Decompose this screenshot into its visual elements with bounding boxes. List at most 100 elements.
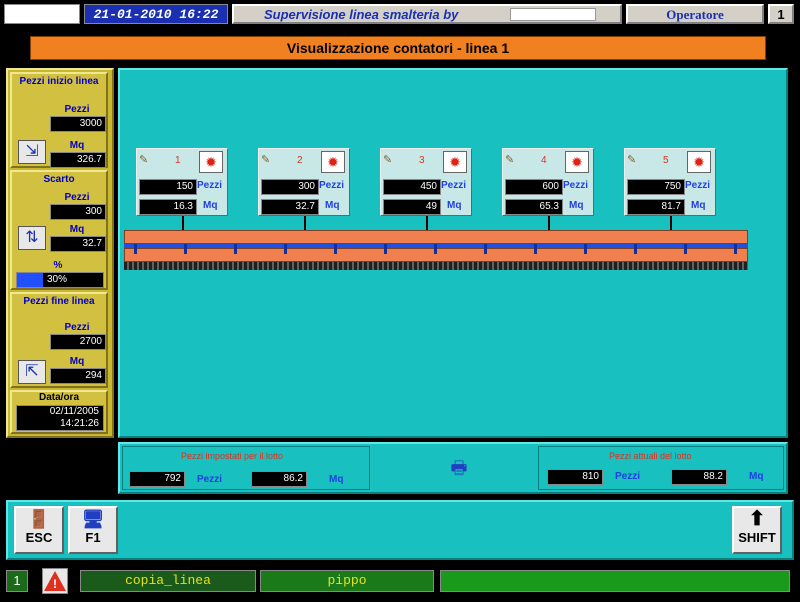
conveyor-roller [734, 244, 737, 254]
user-label: Operatore [666, 7, 724, 22]
conveyor [124, 230, 748, 272]
lot-reset-icon[interactable]: 🖶 [446, 458, 472, 478]
lot-act-group: Pezzi attuali del lotto 810 Pezzi 88.2 M… [538, 446, 784, 490]
station-card[interactable]: ✎ 4 ✹ 600 Pezzi 65.3 Mq [502, 148, 594, 216]
svg-text:!: ! [53, 577, 57, 591]
conveyor-roller [384, 244, 387, 254]
station-number: 3 [419, 155, 425, 166]
section-banner: Visualizzazione contatori - linea 1 [30, 36, 766, 60]
station-mq-value: 81.7 [627, 199, 685, 215]
end-section: Pezzi fine linea Pezzi 2700 ⇱ Mq 294 [10, 292, 108, 388]
lot-act-mq-label: Mq [749, 471, 764, 482]
lot-set-group: Pezzi impostati per il lotto 792 Pezzi 8… [122, 446, 370, 490]
exit-door-icon: 🚪 [27, 509, 51, 529]
end-arrow-icon[interactable]: ⇱ [18, 360, 46, 384]
conveyor-roller [484, 244, 487, 254]
station-pezzi-label: Pezzi [685, 180, 711, 191]
station-number: 2 [297, 155, 303, 166]
status-field-3 [440, 570, 790, 592]
lot-act-title: Pezzi attuali del lotto [609, 451, 692, 461]
waste-title: Scarto [43, 174, 75, 185]
station-lamp-icon: ✹ [687, 151, 711, 173]
station-pezzi-label: Pezzi [197, 180, 223, 191]
conveyor-base [124, 262, 748, 270]
waste-pct-bar: 30% [16, 272, 104, 288]
start-mq-label: Mq [69, 140, 85, 151]
station-pezzi-value: 450 [383, 179, 441, 195]
waste-pezzi-value: 300 [50, 204, 106, 220]
lot-set-pezzi-value: 792 [129, 471, 185, 487]
station-pezzi-value: 150 [139, 179, 197, 195]
station-lamp-icon: ✹ [199, 151, 223, 173]
page-number: 1 [777, 7, 785, 22]
station-card[interactable]: ✎ 5 ✹ 750 Pezzi 81.7 Mq [624, 148, 716, 216]
alarm-icon[interactable]: ! [42, 568, 68, 594]
station-mq-label: Mq [203, 200, 218, 211]
station-pezzi-value: 300 [261, 179, 319, 195]
station-number: 4 [541, 155, 547, 166]
station-number: 1 [175, 155, 181, 166]
datetime-title: Data/ora [38, 392, 79, 403]
title-user-field [510, 8, 596, 21]
start-title: Pezzi inizio linea [19, 76, 99, 87]
date-value: 02/11/2005 [49, 406, 99, 417]
datetime-section: Data/ora 02/11/2005 14:21:26 [10, 390, 108, 434]
station-number: 5 [663, 155, 669, 166]
waste-pct-value: 30% [47, 274, 68, 285]
conveyor-belt-top [124, 230, 748, 244]
station-mq-label: Mq [325, 200, 340, 211]
station-mq-label: Mq [447, 200, 462, 211]
f1-label: F1 [85, 530, 101, 545]
lot-set-mq-value: 86.2 [251, 471, 307, 487]
station-pezzi-label: Pezzi [441, 180, 467, 191]
conveyor-roller [584, 244, 587, 254]
lot-act-pezzi-value: 810 [547, 469, 603, 485]
station-lamp-icon: ✹ [565, 151, 589, 173]
waste-section: Scarto Pezzi 300 ⇅ Mq 32.7 % 30% [10, 170, 108, 290]
title-box: Supervisione linea smalteria by [232, 4, 622, 24]
station-mq-value: 16.3 [139, 199, 197, 215]
sprayer-icon: ✎ [261, 154, 271, 166]
lot-set-title: Pezzi impostati per il lotto [181, 451, 284, 461]
waste-split-icon[interactable]: ⇅ [18, 226, 46, 250]
start-arrow-icon[interactable]: ⇲ [18, 140, 46, 164]
station-pezzi-value: 750 [627, 179, 685, 195]
waste-pezzi-label: Pezzi [64, 192, 90, 203]
lot-act-pezzi-label: Pezzi [615, 471, 641, 482]
waste-mq-value: 32.7 [50, 236, 106, 252]
lot-set-mq-label: Mq [329, 474, 344, 485]
shift-button[interactable]: ⬆ SHIFT [732, 506, 782, 554]
conveyor-roller [534, 244, 537, 254]
station-card[interactable]: ✎ 1 ✹ 150 Pezzi 16.3 Mq [136, 148, 228, 216]
waste-pct-label: % [53, 260, 63, 271]
station-card[interactable]: ✎ 3 ✹ 450 Pezzi 49 Mq [380, 148, 472, 216]
end-mq-label: Mq [69, 356, 85, 367]
conveyor-roller [134, 244, 137, 254]
status-field-2: pippo [260, 570, 434, 592]
start-section: Pezzi inizio linea Pezzi 3000 ⇲ Mq 326.7 [10, 72, 108, 168]
esc-label: ESC [25, 530, 53, 545]
status-number: 1 [6, 570, 28, 592]
status-field-1: copia_linea [80, 570, 256, 592]
start-pezzi-value: 3000 [50, 116, 106, 132]
computer-icon: 🖥 [81, 509, 105, 529]
esc-button[interactable]: 🚪 ESC [14, 506, 64, 554]
user-box[interactable]: Operatore [626, 4, 764, 24]
station-pezzi-label: Pezzi [563, 180, 589, 191]
shift-label: SHIFT [738, 530, 776, 545]
station-card[interactable]: ✎ 2 ✹ 300 Pezzi 32.7 Mq [258, 148, 350, 216]
conveyor-roller [434, 244, 437, 254]
conveyor-roller [184, 244, 187, 254]
sprayer-icon: ✎ [139, 154, 149, 166]
lot-act-mq-value: 88.2 [671, 469, 727, 485]
waste-pct-fill [17, 273, 43, 287]
conveyor-roller [634, 244, 637, 254]
station-mq-label: Mq [569, 200, 584, 211]
end-pezzi-label: Pezzi [64, 322, 90, 333]
button-bar [6, 500, 794, 560]
f1-button[interactable]: 🖥 F1 [68, 506, 118, 554]
sprayer-icon: ✎ [505, 154, 515, 166]
banner-title: Visualizzazione contatori - linea 1 [286, 40, 510, 56]
conveyor-roller [684, 244, 687, 254]
top-left-blank [4, 4, 80, 24]
